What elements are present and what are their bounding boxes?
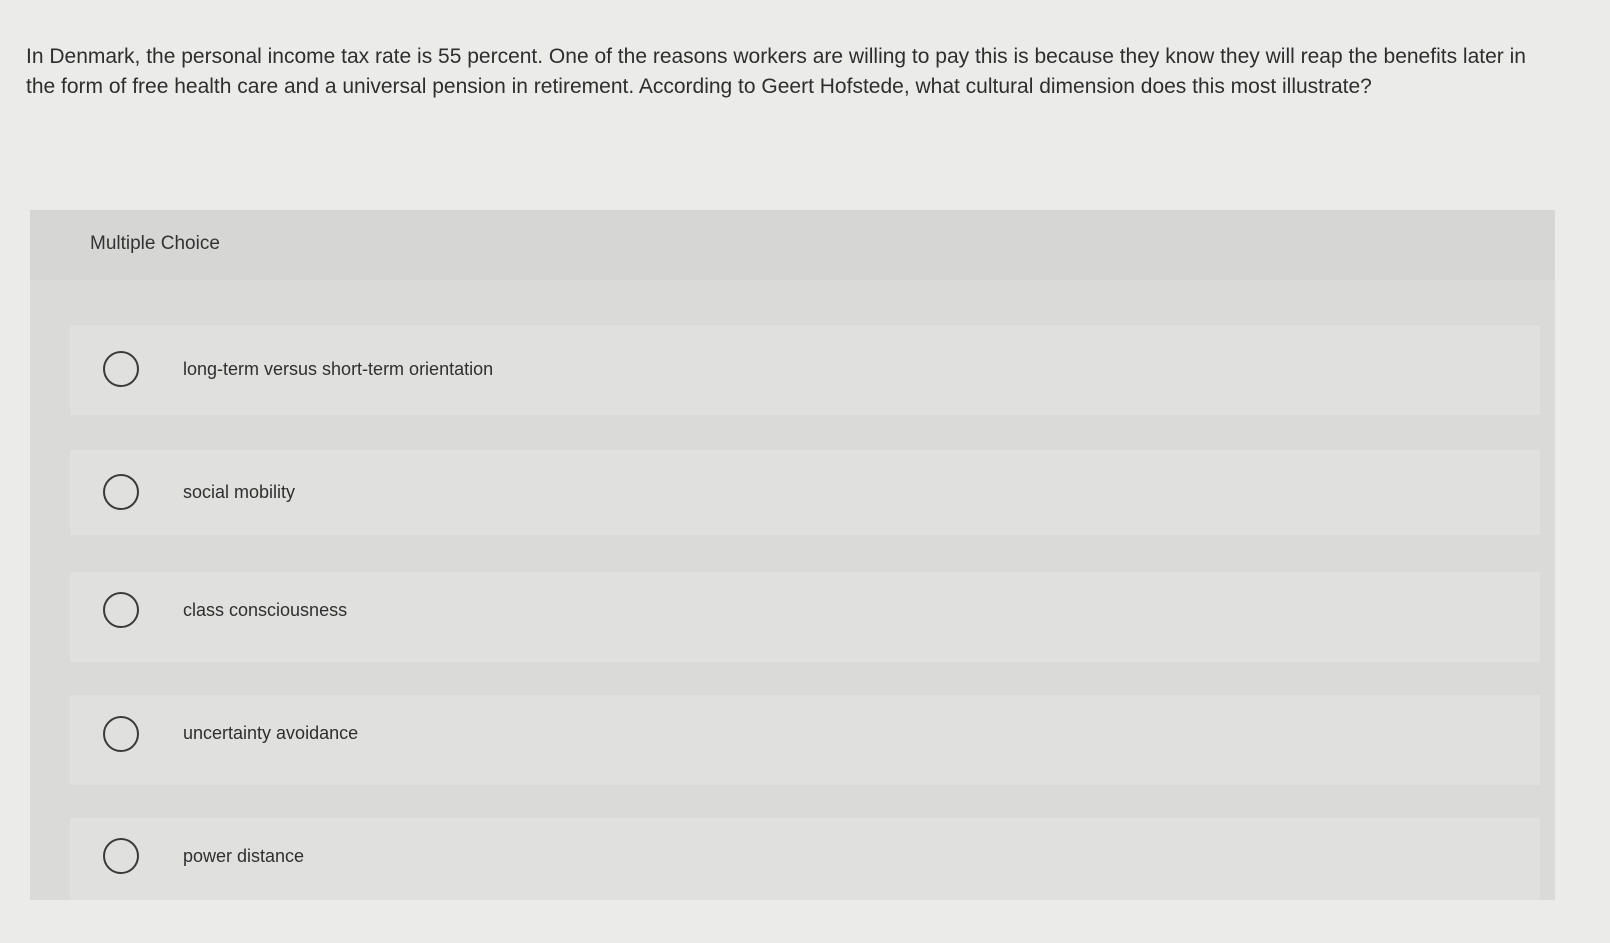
radio-button[interactable] xyxy=(103,716,139,752)
radio-button[interactable] xyxy=(103,838,139,874)
answer-option-label: power distance xyxy=(183,846,305,866)
multiple-choice-panel: Multiple Choice long-term versus short-t… xyxy=(30,210,1555,900)
radio-button[interactable] xyxy=(103,474,139,510)
answer-option-label: social mobility xyxy=(183,482,296,502)
answer-option-label: uncertainty avoidance xyxy=(183,723,359,743)
radio-button[interactable] xyxy=(103,592,139,628)
answer-option-1[interactable]: long-term versus short-term orientation xyxy=(70,325,1540,415)
radio-button[interactable] xyxy=(103,351,139,387)
answer-option-2[interactable]: social mobility xyxy=(70,450,1540,535)
multiple-choice-header: Multiple Choice xyxy=(30,210,1555,280)
question-text: In Denmark, the personal income tax rate… xyxy=(26,45,1526,98)
quiz-page: In Denmark, the personal income tax rate… xyxy=(0,0,1610,943)
multiple-choice-label: Multiple Choice xyxy=(90,233,220,254)
answer-option-4[interactable]: uncertainty avoidance xyxy=(70,695,1540,785)
answer-option-label: class consciousness xyxy=(183,600,348,620)
answer-option-5[interactable]: power distance xyxy=(70,818,1540,900)
answer-option-3[interactable]: class consciousness xyxy=(70,572,1540,662)
answer-option-label: long-term versus short-term orientation xyxy=(183,359,494,379)
